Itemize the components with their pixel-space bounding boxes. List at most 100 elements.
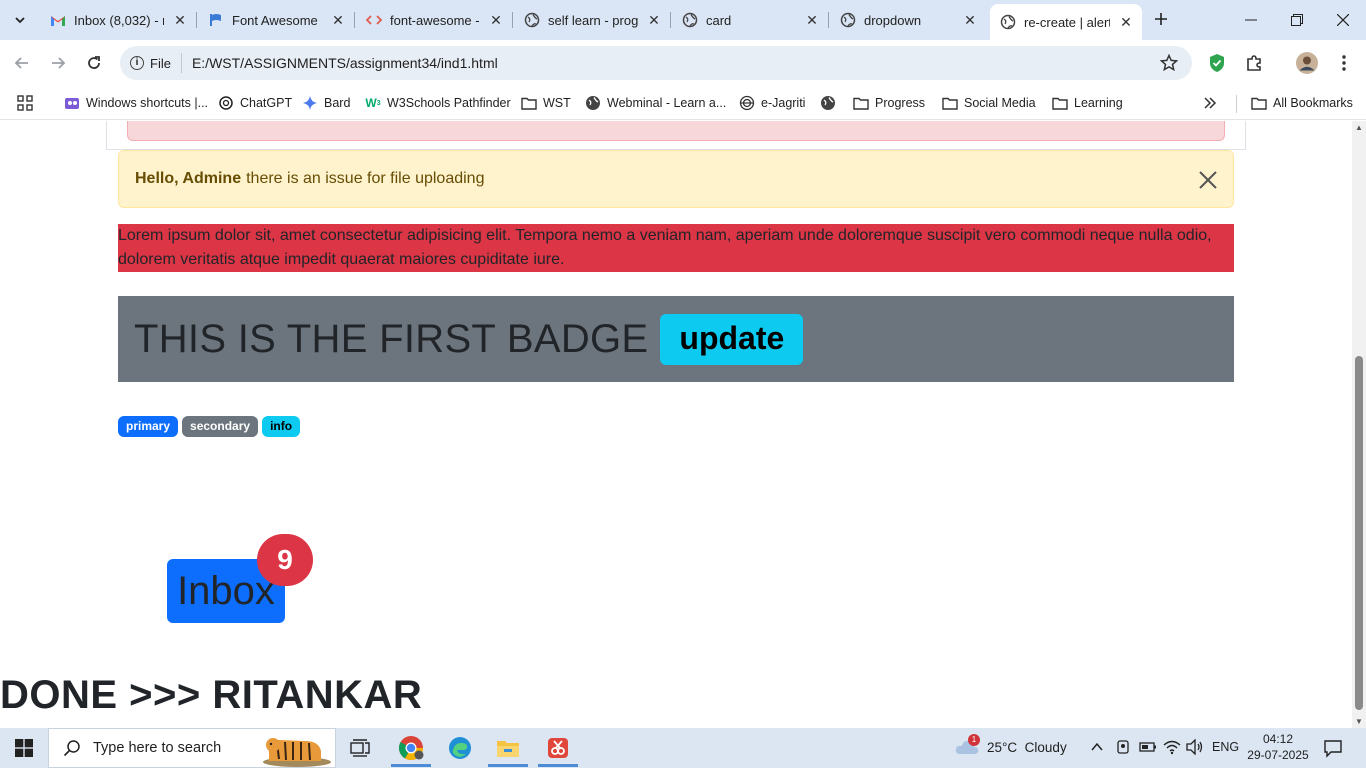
tab-dropdown[interactable]: dropdown ✕ — [830, 4, 986, 36]
start-button[interactable] — [0, 728, 48, 768]
notification-icon[interactable] — [1323, 738, 1343, 763]
bookmark-chatgpt[interactable]: ChatGPT — [218, 92, 292, 114]
close-icon[interactable]: ✕ — [330, 12, 346, 28]
tab-recreate-alert[interactable]: re-create | alert ✕ — [990, 4, 1142, 40]
update-badge: update — [660, 313, 804, 365]
bookmark-label: W3Schools Pathfinder — [387, 96, 511, 110]
site-info-chip[interactable]: i File — [130, 53, 182, 73]
task-view-button[interactable] — [336, 728, 384, 768]
bookmark-webminal[interactable]: Webminal - Learn a... — [585, 92, 726, 114]
bookmark-bard[interactable]: Bard — [302, 92, 350, 114]
close-icon[interactable]: ✕ — [962, 12, 978, 28]
taskbar-clock[interactable]: 04:12 29-07-2025 — [1240, 731, 1316, 763]
tiger-illustration-icon — [263, 738, 331, 767]
tab-title: font-awesome - — [390, 12, 480, 28]
page-scrollbar[interactable]: ▲ ▼ — [1352, 121, 1366, 728]
tab-card[interactable]: card ✕ — [672, 4, 828, 36]
close-icon[interactable] — [1197, 169, 1219, 191]
folder-icon — [942, 95, 958, 111]
close-icon[interactable]: ✕ — [488, 12, 504, 28]
apps-button[interactable] — [17, 92, 33, 114]
tab-strip: Inbox (8,032) - ri ✕ Font Awesome ✕ font… — [0, 0, 1366, 40]
tab-title: dropdown — [864, 12, 922, 28]
all-bookmarks-button[interactable]: All Bookmarks — [1251, 92, 1353, 114]
scrollbar-thumb[interactable] — [1355, 356, 1363, 710]
close-icon[interactable]: ✕ — [172, 12, 188, 28]
info-icon: i — [130, 56, 144, 70]
close-icon[interactable]: ✕ — [1118, 14, 1134, 30]
bookmark-globe[interactable] — [820, 92, 842, 114]
language-indicator[interactable]: ENG — [1212, 740, 1239, 754]
bookmark-label: Bard — [324, 96, 351, 110]
forward-button[interactable] — [43, 48, 73, 78]
tab-separator — [354, 12, 355, 28]
new-tab-button[interactable] — [1150, 8, 1172, 30]
badge-primary: primary — [118, 416, 179, 437]
bookmark-label: Learning — [1074, 96, 1123, 110]
windows-logo-icon — [15, 739, 33, 757]
browser-menu-button[interactable] — [1331, 50, 1357, 76]
close-icon — [1337, 14, 1349, 26]
taskbar-search[interactable]: Type here to search — [48, 728, 336, 768]
address-bar[interactable]: i File E:/WST/ASSIGNMENTS/assignment34/i… — [120, 46, 1192, 80]
bookmark-social-media[interactable]: Social Media — [942, 92, 1036, 114]
w3-icon: W3 — [365, 96, 381, 110]
minimize-icon — [1245, 19, 1257, 21]
gmail-icon — [50, 12, 66, 28]
close-icon[interactable]: ✕ — [646, 12, 662, 28]
chevron-up-icon[interactable] — [1090, 740, 1104, 759]
reload-icon — [88, 56, 100, 69]
reload-button[interactable] — [79, 48, 109, 78]
profile-avatar[interactable] — [1294, 50, 1320, 76]
taskbar-chrome[interactable] — [387, 728, 435, 768]
bookmarks-overflow-button[interactable] — [1203, 92, 1217, 114]
close-icon[interactable]: ✕ — [804, 12, 820, 28]
tab-gmail[interactable]: Inbox (8,032) - ri ✕ — [40, 4, 196, 36]
clock-date: 29-07-2025 — [1247, 748, 1309, 762]
bookmark-w3schools[interactable]: W3 W3Schools Pathfinder — [365, 92, 511, 114]
weather-text[interactable]: 25°C Cloudy — [987, 740, 1067, 755]
globe-icon — [524, 12, 540, 28]
volume-icon[interactable] — [1186, 738, 1204, 760]
wifi-icon[interactable] — [1163, 739, 1181, 760]
bookmark-label: Windows shortcuts |... — [86, 96, 209, 110]
bookmark-star-icon[interactable] — [1159, 53, 1179, 77]
taskbar-file-explorer[interactable] — [484, 728, 532, 768]
tab-self-learn[interactable]: self learn - progr ✕ — [514, 4, 670, 36]
taskbar-snipping-tool[interactable] — [534, 728, 582, 768]
restore-button[interactable] — [1274, 0, 1320, 40]
tab-separator — [512, 12, 513, 28]
globe-icon — [682, 12, 698, 28]
tab-font-awesome-code[interactable]: font-awesome - ✕ — [356, 4, 512, 36]
minimize-button[interactable] — [1228, 0, 1274, 40]
tab-search-button[interactable] — [6, 6, 34, 34]
battery-icon[interactable] — [1139, 740, 1157, 759]
bookmark-progress[interactable]: Progress — [853, 92, 925, 114]
meet-now-icon[interactable] — [1115, 739, 1131, 760]
bookmark-windows-shortcuts[interactable]: Windows shortcuts |... — [64, 92, 208, 114]
tab-font-awesome[interactable]: Font Awesome ✕ — [198, 4, 354, 36]
url-text[interactable]: E:/WST/ASSIGNMENTS/assignment34/ind1.htm… — [192, 55, 498, 71]
scroll-up-icon[interactable]: ▲ — [1355, 123, 1363, 132]
tab-title: card — [706, 12, 732, 28]
alert-message: there is an issue for file uploading — [246, 170, 485, 187]
taskbar-edge[interactable] — [436, 728, 484, 768]
back-button[interactable] — [7, 48, 37, 78]
weather-widget[interactable]: 1 — [954, 734, 980, 763]
puzzle-icon — [64, 95, 80, 111]
bookmark-learning[interactable]: Learning — [1052, 92, 1123, 114]
bookmark-wst[interactable]: WST — [521, 92, 571, 114]
folder-icon — [497, 741, 519, 757]
bookmark-e-jagriti[interactable]: e-Jagriti — [739, 92, 805, 114]
chevron-double-right-icon — [1204, 97, 1217, 109]
shield-extension-button[interactable] — [1204, 50, 1230, 76]
tab-separator — [670, 12, 671, 28]
bookmark-label: e-Jagriti — [761, 96, 806, 110]
danger-alert-partial — [127, 121, 1225, 141]
globe-icon — [840, 12, 856, 28]
warning-alert: Hello, Admine there is an issue for file… — [118, 150, 1234, 208]
extensions-button[interactable] — [1241, 50, 1267, 76]
scroll-down-icon[interactable]: ▼ — [1355, 717, 1363, 726]
avatar-icon — [1296, 52, 1318, 74]
close-window-button[interactable] — [1320, 0, 1366, 40]
